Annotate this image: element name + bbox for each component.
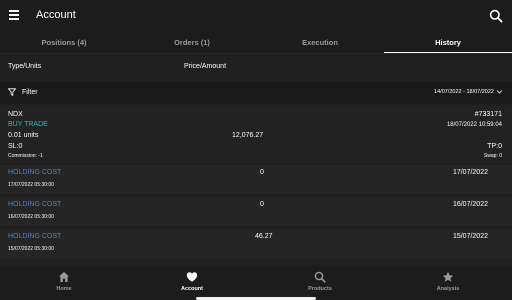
nav-home[interactable]: Home bbox=[0, 266, 128, 300]
list-item[interactable]: HOLDING COST 0 17/07/2022 17/07/2022 05:… bbox=[0, 165, 512, 194]
trade-commission: Commission: -1 bbox=[8, 153, 43, 159]
trade-symbol: NDX bbox=[8, 111, 23, 118]
holding-value: 0 bbox=[260, 201, 264, 208]
holding-date: 16/07/2022 bbox=[452, 201, 488, 208]
tab-history[interactable]: History bbox=[384, 32, 512, 53]
trade-swap: Swap: 0 bbox=[483, 153, 502, 159]
tab-orders[interactable]: Orders (1) bbox=[128, 32, 256, 53]
nav-products-label: Products bbox=[308, 286, 332, 292]
column-price-amount: Price/Amount bbox=[184, 63, 227, 70]
trade-type: BUY TRADE bbox=[8, 121, 48, 128]
holding-timestamp: 17/07/2022 05:30:00 bbox=[8, 182, 54, 188]
search-icon bbox=[314, 271, 326, 283]
nav-analysis[interactable]: Analysis bbox=[384, 266, 512, 300]
column-type-units: Type/Units bbox=[8, 63, 42, 70]
nav-account-label: Account bbox=[181, 286, 203, 292]
holding-value: 0 bbox=[260, 169, 264, 176]
holding-label: HOLDING COST bbox=[8, 233, 62, 240]
list-item[interactable]: HOLDING COST 0 16/07/2022 16/07/2022 05:… bbox=[0, 197, 512, 226]
nav-home-label: Home bbox=[56, 286, 72, 292]
trade-stop-loss: SL:0 bbox=[8, 143, 23, 150]
nav-account[interactable]: Account bbox=[128, 266, 256, 300]
holding-value: 46.27 bbox=[255, 233, 273, 240]
home-icon bbox=[59, 272, 69, 282]
filter-label[interactable]: Filter bbox=[22, 89, 38, 96]
holding-date: 17/07/2022 bbox=[452, 169, 488, 176]
filter-bar[interactable]: Filter 14/07/2022 - 18/07/2022 bbox=[0, 82, 512, 104]
holding-timestamp: 16/07/2022 05:30:00 bbox=[8, 214, 54, 220]
trade-units: 0.01 units bbox=[8, 132, 39, 139]
trade-row[interactable]: NDX #733171 BUY TRADE 18/07/2022 10:59:0… bbox=[0, 106, 512, 163]
search-icon[interactable] bbox=[489, 9, 503, 23]
menu-icon[interactable] bbox=[9, 10, 19, 20]
chevron-down-icon[interactable] bbox=[496, 88, 503, 95]
list-item[interactable]: HOLDING COST 46.27 15/07/2022 15/07/2022… bbox=[0, 229, 512, 258]
tab-execution[interactable]: Execution bbox=[256, 32, 384, 53]
star-icon bbox=[442, 271, 454, 282]
trade-datetime: 18/07/2022 10:59:04 bbox=[446, 122, 502, 128]
heart-icon bbox=[186, 272, 198, 282]
nav-analysis-label: Analysis bbox=[436, 286, 460, 292]
trade-price: 12,076.27 bbox=[232, 132, 264, 139]
holding-label: HOLDING COST bbox=[8, 169, 62, 176]
date-range[interactable]: 14/07/2022 - 18/07/2022 bbox=[434, 89, 494, 95]
nav-products[interactable]: Products bbox=[256, 266, 384, 300]
holding-timestamp: 15/07/2022 05:30:00 bbox=[8, 246, 54, 252]
tab-positions[interactable]: Positions (4) bbox=[0, 32, 128, 53]
app-bar: Account bbox=[0, 0, 512, 32]
page-title: Account bbox=[36, 9, 76, 21]
trade-take-profit: TP:0 bbox=[487, 143, 502, 150]
tab-bar: Positions (4) Orders (1) Execution Histo… bbox=[0, 32, 512, 54]
column-header: Type/Units Price/Amount bbox=[0, 56, 512, 80]
holding-date: 15/07/2022 bbox=[452, 233, 488, 240]
filter-icon[interactable] bbox=[8, 88, 16, 96]
bottom-nav: Home Account Products Analysis bbox=[0, 266, 512, 300]
trade-id: #733171 bbox=[474, 111, 502, 118]
holding-label: HOLDING COST bbox=[8, 201, 62, 208]
